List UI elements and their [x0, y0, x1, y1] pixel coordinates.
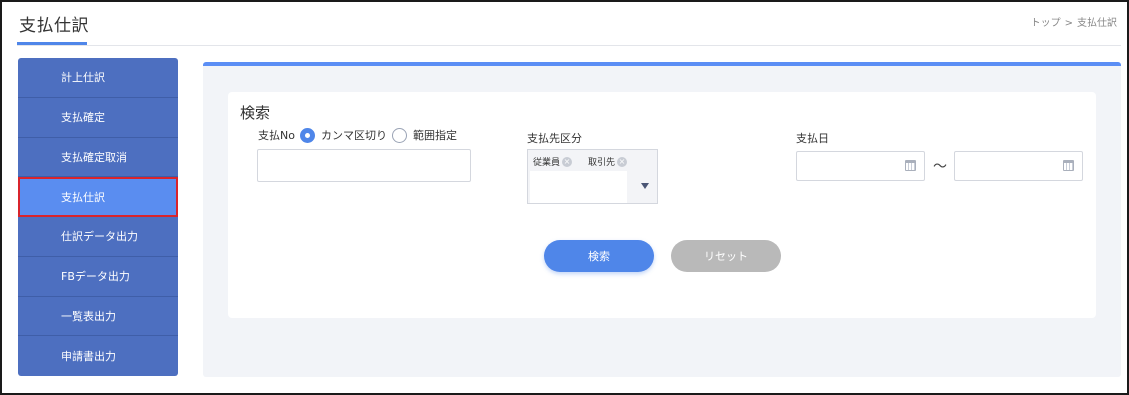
header-divider	[17, 45, 1121, 46]
sidebar-item-payment-confirm[interactable]: 支払確定	[18, 98, 178, 138]
payment-no-mode: 支払No カンマ区切り 範囲指定	[258, 127, 457, 143]
tag-label: 取引先	[588, 158, 616, 168]
tag-vendor: 取引先 ×	[588, 155, 628, 168]
breadcrumb: トップ > 支払仕訳	[1027, 14, 1117, 29]
calendar-icon[interactable]	[1063, 160, 1074, 171]
payee-type-input[interactable]	[530, 171, 627, 203]
sidebar-item-application-export[interactable]: 申請書出力	[18, 336, 178, 376]
search-card: 検索 支払No カンマ区切り 範囲指定 支払先区分 従業員 × 取引先 × 支払…	[228, 92, 1096, 318]
sidebar-item-label: FBデータ出力	[61, 270, 130, 284]
sidebar-item-label: 支払確定	[61, 111, 105, 125]
payee-type-select[interactable]: 従業員 × 取引先 ×	[527, 149, 658, 204]
page-title: 支払仕訳	[19, 16, 89, 36]
radio-comma-separated[interactable]	[299, 127, 315, 143]
sidebar-item-label: 仕訳データ出力	[61, 230, 138, 244]
tag-label: 従業員	[533, 158, 561, 168]
date-range-separator: ～	[933, 159, 947, 175]
sidebar-item-accrual-journal[interactable]: 計上仕訳	[18, 58, 178, 98]
radio-range[interactable]	[391, 127, 407, 143]
sidebar-item-list-export[interactable]: 一覧表出力	[18, 297, 178, 337]
reset-button[interactable]: リセット	[671, 240, 781, 272]
sidebar-item-label: 一覧表出力	[61, 309, 116, 323]
sidebar-item-label: 支払仕訳	[61, 190, 105, 204]
breadcrumb-home[interactable]: トップ	[1031, 18, 1061, 29]
payment-date-label: 支払日	[796, 132, 829, 145]
sidebar: 計上仕訳 支払確定 支払確定取消 支払仕訳 仕訳データ出力 FBデータ出力 一覧…	[18, 58, 178, 376]
main-panel: 検索 支払No カンマ区切り 範囲指定 支払先区分 従業員 × 取引先 × 支払…	[203, 62, 1121, 377]
search-title: 検索	[240, 104, 271, 122]
sidebar-item-label: 計上仕訳	[61, 71, 105, 85]
close-circle-icon[interactable]: ×	[617, 156, 628, 167]
radio-comma-label[interactable]: カンマ区切り	[321, 127, 387, 143]
payment-no-input[interactable]	[257, 149, 471, 182]
radio-range-label[interactable]: 範囲指定	[413, 127, 457, 143]
sidebar-item-payment-journal[interactable]: 支払仕訳	[18, 177, 178, 217]
breadcrumb-current: 支払仕訳	[1077, 18, 1117, 29]
app-frame: 支払仕訳 トップ > 支払仕訳 計上仕訳 支払確定 支払確定取消 支払仕訳 仕訳デー…	[0, 0, 1129, 395]
calendar-icon[interactable]	[905, 160, 916, 171]
payment-no-label: 支払No	[258, 129, 295, 142]
caret-down-icon[interactable]	[641, 183, 649, 189]
payee-type-label: 支払先区分	[527, 132, 582, 145]
payment-date-from[interactable]	[796, 151, 925, 181]
payment-date-to[interactable]	[954, 151, 1083, 181]
sidebar-item-label: 支払確定取消	[61, 150, 127, 164]
sidebar-item-payment-confirm-cancel[interactable]: 支払確定取消	[18, 138, 178, 178]
close-circle-icon[interactable]: ×	[562, 156, 573, 167]
search-button[interactable]: 検索	[544, 240, 654, 272]
breadcrumb-separator: >	[1064, 18, 1073, 29]
sidebar-item-label: 申請書出力	[61, 350, 116, 364]
sidebar-item-journal-data-export[interactable]: 仕訳データ出力	[18, 217, 178, 257]
sidebar-item-fb-data-export[interactable]: FBデータ出力	[18, 257, 178, 297]
tag-employee: 従業員 ×	[533, 155, 573, 168]
